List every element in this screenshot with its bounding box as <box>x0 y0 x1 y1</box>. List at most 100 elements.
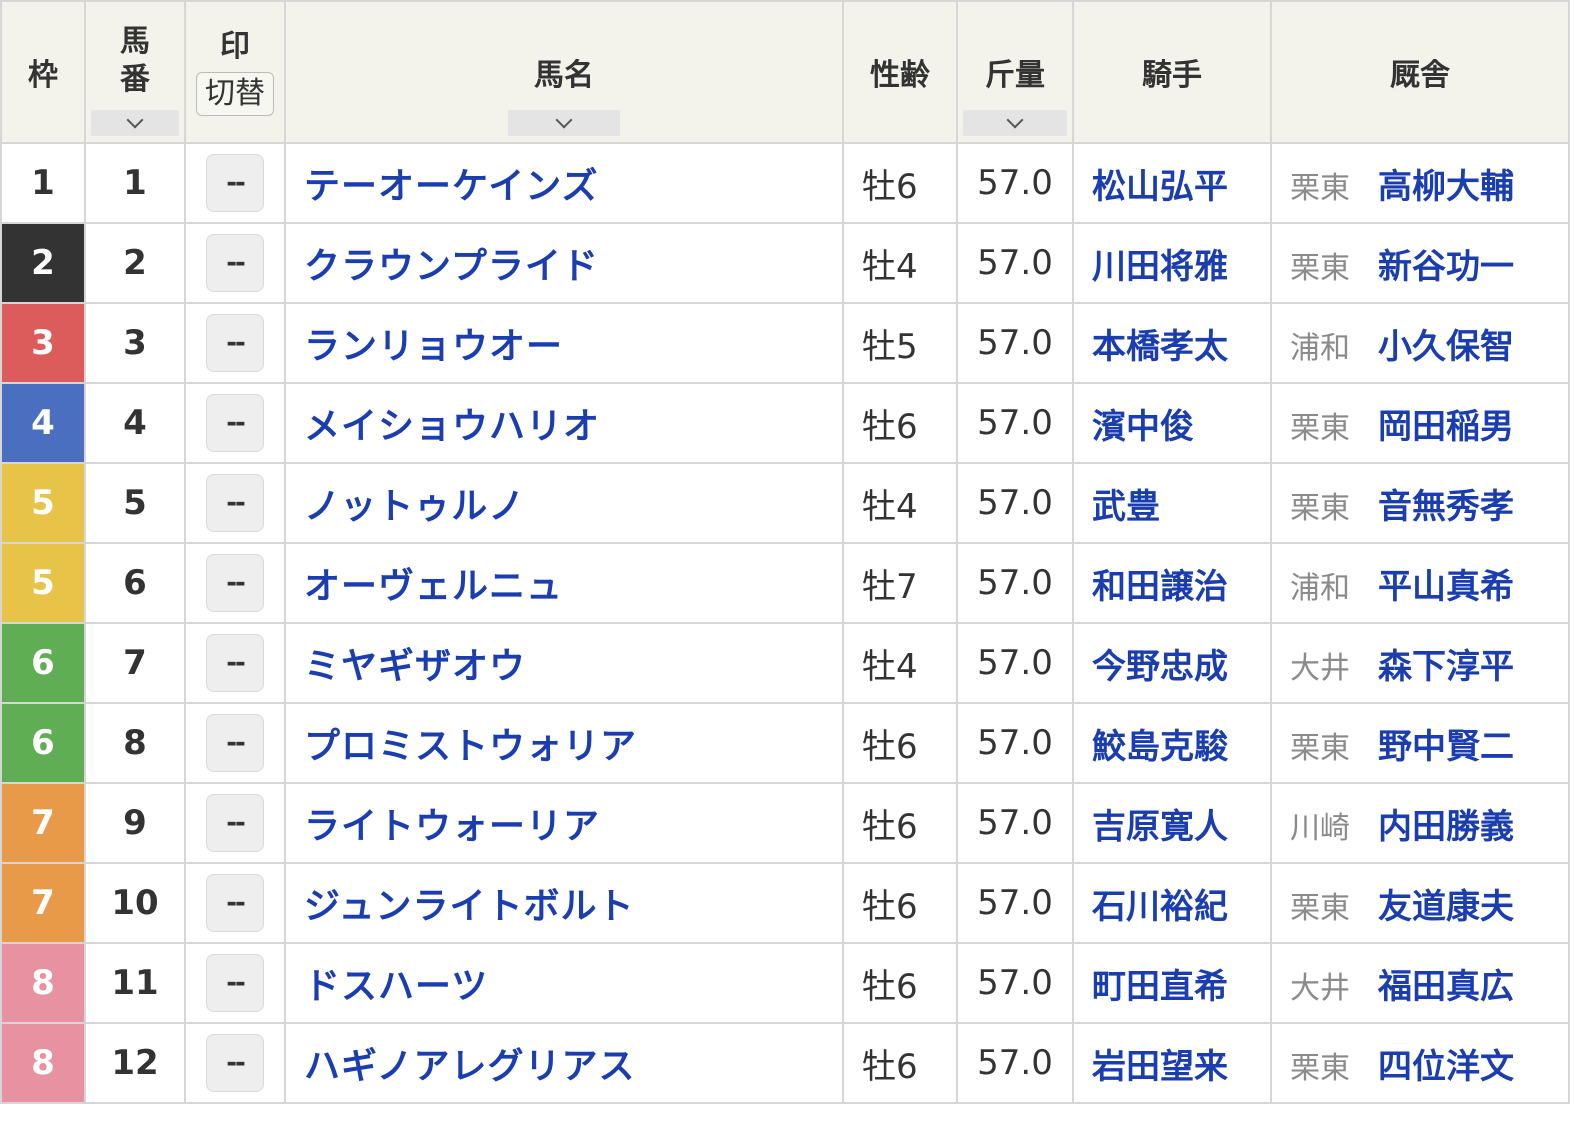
table-row: 4 4 -- メイショウハリオ 牡6 57.0 濱中俊 栗東 岡田稲男 <box>0 382 1570 464</box>
horse-name-link[interactable]: テーオーケインズ <box>304 166 599 207</box>
header-horse-name: 馬名 <box>284 0 844 144</box>
sex-age-value: 牡6 <box>862 806 918 847</box>
trainer-link[interactable]: 友道康夫 <box>1378 887 1514 927</box>
stable-location: 栗東 <box>1290 490 1350 526</box>
table-row: 6 8 -- プロミストウォリア 牡6 57.0 鮫島克駿 栗東 野中賢二 <box>0 702 1570 784</box>
stable-cell: 大井 森下淳平 <box>1270 622 1570 704</box>
jockey-link[interactable]: 町田直希 <box>1092 967 1228 1007</box>
horse-name-link[interactable]: ランリョウオー <box>304 326 563 367</box>
waku-cell: 4 <box>0 382 86 464</box>
jockey-link[interactable]: 川田将雅 <box>1092 247 1228 287</box>
horse-name-link[interactable]: クラウンプライド <box>304 246 599 287</box>
sex-age-value: 牡6 <box>862 966 918 1007</box>
weight-value: 57.0 <box>977 963 1053 1003</box>
stable-location: 栗東 <box>1290 250 1350 286</box>
jockey-cell: 川田将雅 <box>1072 222 1272 304</box>
trainer-link[interactable]: 音無秀孝 <box>1378 487 1514 527</box>
umaban-number: 7 <box>123 643 147 683</box>
trainer-link[interactable]: 内田勝義 <box>1378 807 1514 847</box>
umaban-number: 8 <box>123 723 147 763</box>
mark-button[interactable]: -- <box>206 394 264 452</box>
jockey-link[interactable]: 濱中俊 <box>1092 407 1194 447</box>
header-stable-label: 厩舎 <box>1390 58 1450 93</box>
mark-cell: -- <box>184 302 286 384</box>
horse-name-link[interactable]: ライトウォーリア <box>304 806 600 847</box>
jockey-link[interactable]: 本橋孝太 <box>1092 327 1228 367</box>
horse-name-link[interactable]: メイショウハリオ <box>304 406 600 447</box>
jockey-link[interactable]: 和田譲治 <box>1092 567 1228 607</box>
header-umaban-label-2: 番 <box>120 62 150 97</box>
jockey-link[interactable]: 石川裕紀 <box>1092 887 1228 927</box>
horse-name-sort-toggle[interactable] <box>508 110 620 136</box>
trainer-link[interactable]: 岡田稲男 <box>1378 407 1514 447</box>
horse-name-cell: ミヤギザオウ <box>284 622 844 704</box>
umaban-cell: 4 <box>84 382 186 464</box>
weight-cell: 57.0 <box>956 702 1074 784</box>
horse-name-cell: メイショウハリオ <box>284 382 844 464</box>
trainer-link[interactable]: 福田真広 <box>1378 967 1514 1007</box>
horse-name-cell: ノットゥルノ <box>284 462 844 544</box>
chevron-down-icon <box>126 111 144 129</box>
header-umaban: 馬 番 <box>84 0 186 144</box>
table-row: 1 1 -- テーオーケインズ 牡6 57.0 松山弘平 栗東 高柳大輔 <box>0 142 1570 224</box>
mark-button[interactable]: -- <box>206 634 264 692</box>
horse-name-link[interactable]: ドスハーツ <box>304 966 488 1007</box>
trainer-link[interactable]: 小久保智 <box>1378 327 1514 367</box>
mark-button[interactable]: -- <box>206 474 264 532</box>
header-waku-label: 枠 <box>28 58 58 93</box>
weight-cell: 57.0 <box>956 302 1074 384</box>
mark-button[interactable]: -- <box>206 154 264 212</box>
stable-cell: 栗東 四位洋文 <box>1270 1022 1570 1104</box>
horse-name-link[interactable]: ハギノアレグリアス <box>304 1046 636 1087</box>
mark-button[interactable]: -- <box>206 234 264 292</box>
umaban-number: 11 <box>111 963 159 1003</box>
horse-name-link[interactable]: ジュンライトボルト <box>304 886 634 927</box>
waku-number: 5 <box>31 563 55 603</box>
horse-name-cell: ハギノアレグリアス <box>284 1022 844 1104</box>
mark-switch-button[interactable]: 切替 <box>196 72 274 116</box>
jockey-cell: 武豊 <box>1072 462 1272 544</box>
waku-cell: 2 <box>0 222 86 304</box>
mark-button[interactable]: -- <box>206 714 264 772</box>
trainer-link[interactable]: 四位洋文 <box>1378 1047 1514 1087</box>
horse-name-link[interactable]: ミヤギザオウ <box>304 646 526 687</box>
trainer-link[interactable]: 新谷功一 <box>1378 247 1514 287</box>
header-mark-label: 印 <box>220 29 250 64</box>
jockey-cell: 町田直希 <box>1072 942 1272 1024</box>
jockey-link[interactable]: 武豊 <box>1092 487 1160 527</box>
table-row: 7 9 -- ライトウォーリア 牡6 57.0 吉原寛人 川崎 内田勝義 <box>0 782 1570 864</box>
mark-button[interactable]: -- <box>206 954 264 1012</box>
weight-sort-toggle[interactable] <box>963 110 1067 136</box>
table-row: 7 10 -- ジュンライトボルト 牡6 57.0 石川裕紀 栗東 友道康夫 <box>0 862 1570 944</box>
jockey-link[interactable]: 吉原寛人 <box>1092 807 1228 847</box>
umaban-sort-toggle[interactable] <box>91 110 179 136</box>
mark-button[interactable]: -- <box>206 874 264 932</box>
trainer-link[interactable]: 野中賢二 <box>1378 727 1514 767</box>
trainer-link[interactable]: 高柳大輔 <box>1378 167 1514 207</box>
jockey-link[interactable]: 岩田望来 <box>1092 1047 1228 1087</box>
mark-cell: -- <box>184 942 286 1024</box>
sex-age-value: 牡6 <box>862 1046 918 1087</box>
horse-name-link[interactable]: プロミストウォリア <box>304 726 637 767</box>
trainer-link[interactable]: 森下淳平 <box>1378 647 1514 687</box>
waku-cell: 5 <box>0 462 86 544</box>
weight-cell: 57.0 <box>956 222 1074 304</box>
jockey-link[interactable]: 今野忠成 <box>1092 647 1228 687</box>
weight-value: 57.0 <box>977 883 1053 923</box>
weight-value: 57.0 <box>977 643 1053 683</box>
trainer-link[interactable]: 平山真希 <box>1378 567 1514 607</box>
umaban-cell: 7 <box>84 622 186 704</box>
jockey-link[interactable]: 鮫島克駿 <box>1092 727 1228 767</box>
mark-button[interactable]: -- <box>206 794 264 852</box>
mark-button[interactable]: -- <box>206 1034 264 1092</box>
mark-cell: -- <box>184 542 286 624</box>
sex-age-value: 牡4 <box>862 646 918 687</box>
table-body: 1 1 -- テーオーケインズ 牡6 57.0 松山弘平 栗東 高柳大輔 2 2 -- クラウンプライド… <box>0 142 1570 1104</box>
stable-cell: 栗東 野中賢二 <box>1270 702 1570 784</box>
mark-button[interactable]: -- <box>206 314 264 372</box>
jockey-link[interactable]: 松山弘平 <box>1092 167 1228 207</box>
stable-location: 栗東 <box>1290 890 1350 926</box>
horse-name-link[interactable]: オーヴェルニュ <box>304 566 563 607</box>
mark-button[interactable]: -- <box>206 554 264 612</box>
horse-name-link[interactable]: ノットゥルノ <box>304 486 525 527</box>
